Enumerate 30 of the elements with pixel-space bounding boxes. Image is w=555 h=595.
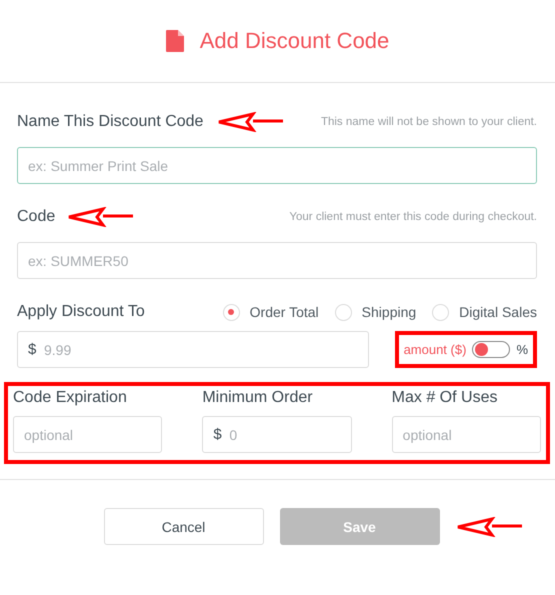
dialog-title: Add Discount Code	[200, 28, 390, 54]
radio-button[interactable]	[334, 304, 352, 320]
cancel-button[interactable]: Cancel	[104, 508, 264, 545]
field-label: Max # Of Uses	[392, 389, 498, 407]
field-label: Minimum Order	[202, 389, 314, 407]
radio-label: Digital Sales	[459, 304, 537, 320]
text-field[interactable]: optional	[13, 416, 162, 453]
radio-button[interactable]	[432, 304, 450, 320]
field-label: Apply Discount To	[17, 303, 145, 321]
radio-button[interactable]	[222, 304, 240, 320]
radio-label: Shipping	[362, 304, 416, 320]
annotation-arrow	[217, 112, 286, 132]
toggle-switch[interactable]	[472, 341, 510, 358]
field-hint: This name will not be shown to your client.	[320, 116, 537, 128]
toggle-label: %	[516, 342, 528, 357]
radio-label: Order Total	[250, 304, 319, 320]
annotation-arrow	[67, 207, 136, 227]
toggle-label: amount ($)	[404, 342, 466, 357]
toggle-thumb[interactable]	[475, 343, 488, 356]
document-icon	[166, 30, 184, 52]
text-field[interactable]: ex: Summer Print Sale	[17, 147, 537, 184]
field-label: Code	[17, 208, 56, 226]
annotation-arrow	[456, 516, 524, 536]
currency-sign: $	[28, 341, 36, 358]
field-label: Name This Discount Code	[17, 113, 204, 131]
field-label: Code Expiration	[13, 389, 128, 407]
text-field[interactable]: ex: SUMMER50	[17, 242, 537, 279]
text-field[interactable]: optional	[392, 416, 541, 453]
currency-sign: $	[213, 426, 222, 443]
field-hint: Your client must enter this code during checkout.	[289, 211, 537, 223]
